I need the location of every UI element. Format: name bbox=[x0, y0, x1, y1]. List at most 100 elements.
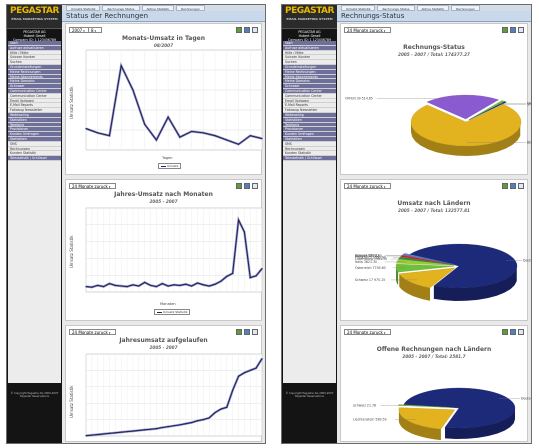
data-point bbox=[237, 143, 240, 145]
top-tab[interactable]: Rechnungen bbox=[451, 5, 480, 11]
panel-rechnungs-status: 24 Monate zuruck▾ Rechnungs-Status 2005 … bbox=[340, 23, 531, 175]
data-point bbox=[202, 284, 204, 286]
data-point bbox=[191, 421, 193, 424]
data-point bbox=[97, 433, 99, 436]
data-point bbox=[261, 137, 263, 140]
data-point bbox=[108, 135, 111, 137]
data-point bbox=[173, 425, 175, 427]
data-point bbox=[214, 135, 216, 137]
top-tab[interactable]: Rechnungen bbox=[176, 5, 205, 11]
data-point bbox=[179, 284, 181, 286]
line-chart-cumulative bbox=[85, 353, 264, 437]
data-point bbox=[167, 426, 169, 428]
chart-legend: Umsatz Statistik bbox=[154, 309, 191, 315]
data-point bbox=[255, 275, 257, 277]
data-point bbox=[97, 284, 99, 286]
data-point bbox=[179, 424, 181, 426]
data-point bbox=[226, 139, 228, 141]
plot-area bbox=[85, 49, 263, 151]
data-point bbox=[144, 281, 146, 283]
data-point bbox=[114, 284, 116, 286]
data-point bbox=[120, 285, 122, 287]
pie-chart-status: BEZAHLT 132 080.54OFFEN 39 514.65GEMAHNT… bbox=[345, 94, 532, 156]
page-title: Rechnungs-Status bbox=[337, 11, 531, 22]
sidebar-item[interactable]: Telestatistik / Schlüssel bbox=[8, 156, 61, 161]
data-point bbox=[243, 231, 245, 233]
pie-label: Deutschland 97 624.78 bbox=[523, 259, 532, 263]
data-point bbox=[155, 139, 157, 141]
data-point bbox=[120, 65, 122, 67]
data-point bbox=[132, 284, 134, 286]
main-content: Umsatz Statistik Rechnungs Status Aktive S… bbox=[62, 5, 265, 443]
data-point bbox=[97, 132, 99, 134]
line-chart-yearly bbox=[85, 207, 263, 293]
page-title: Status der Rechnungen bbox=[62, 11, 265, 22]
data-point bbox=[144, 429, 146, 431]
pie-chart-open-invoices: Deutschland 1 991.98 Liechtenstein 589.59… bbox=[353, 387, 531, 441]
data-point bbox=[132, 89, 134, 91]
data-point bbox=[243, 372, 245, 374]
data-point bbox=[185, 283, 187, 285]
data-point bbox=[249, 277, 251, 279]
sidebar-menu: Start Aufruse aktualisieren Hilfe / Mitte S… bbox=[283, 41, 336, 383]
logo[interactable]: PEGASTAR EMAIL MARKETING SYSTEM bbox=[7, 5, 62, 29]
copyright-text: © Copyright Pegastar AG 2000-2007 Pegast… bbox=[285, 391, 334, 398]
main-content: Umsatz Statistik Rechnungs Status Aktive S… bbox=[337, 5, 531, 443]
data-point bbox=[138, 429, 140, 432]
copyright-text: © Copyright Pegastar AG 2000-2007 Pegast… bbox=[10, 391, 59, 398]
data-point bbox=[214, 411, 216, 414]
data-point bbox=[220, 280, 222, 282]
data-point bbox=[120, 431, 122, 433]
data-point bbox=[232, 272, 234, 274]
line-chart-monthly bbox=[85, 49, 263, 151]
data-point bbox=[191, 285, 193, 287]
panel-monats-umsatz: 2007▾ 8▾ Monats-Umsatz in Tagen 08/2007 … bbox=[65, 23, 263, 175]
data-point bbox=[226, 275, 228, 277]
panel-jahres-umsatz: 24 Monate zuruck▾ Jahres-Umsatz nach Mon… bbox=[65, 179, 263, 321]
pie-label: BEZAHLT 132 080.54 bbox=[527, 140, 532, 144]
data-point bbox=[249, 369, 251, 371]
data-point bbox=[91, 286, 93, 288]
data-point bbox=[237, 219, 240, 221]
data-point bbox=[232, 389, 234, 391]
data-point bbox=[196, 420, 199, 422]
logo[interactable]: PEGASTAR EMAIL MARKETING SYSTEM bbox=[282, 5, 337, 29]
pie-label: OFFEN 39 514.65 bbox=[345, 97, 373, 101]
data-point bbox=[149, 428, 152, 430]
data-point bbox=[126, 286, 128, 288]
data-point bbox=[144, 123, 146, 125]
data-point bbox=[149, 284, 152, 286]
data-point bbox=[196, 282, 199, 284]
data-point bbox=[161, 283, 163, 285]
data-point bbox=[108, 432, 111, 434]
data-point bbox=[261, 268, 263, 270]
data-point bbox=[85, 286, 87, 288]
data-point bbox=[167, 116, 169, 118]
top-tab[interactable]: Aktive Statistik bbox=[416, 5, 450, 11]
data-point bbox=[85, 127, 87, 130]
data-point bbox=[226, 406, 228, 408]
data-point bbox=[249, 135, 251, 137]
pie-label: Schweiz 21.78 bbox=[353, 403, 376, 407]
data-point bbox=[103, 433, 105, 435]
sidebar-item[interactable]: Telestatistik / Schlüssel bbox=[283, 156, 336, 161]
data-point bbox=[261, 358, 263, 360]
data-point bbox=[208, 285, 210, 287]
chart-legend: Umsatz bbox=[158, 163, 182, 169]
x-axis-label: Monaten bbox=[160, 302, 176, 306]
data-point bbox=[138, 285, 140, 287]
screenshot-left: PEGASTAR EMAIL MARKETING SYSTEM PEGASTAR … bbox=[6, 4, 266, 444]
data-point bbox=[108, 283, 111, 285]
data-point bbox=[220, 408, 222, 410]
data-point bbox=[202, 132, 204, 134]
data-point bbox=[132, 430, 134, 432]
data-point bbox=[214, 283, 216, 285]
data-point bbox=[167, 285, 169, 287]
data-point bbox=[114, 432, 116, 434]
data-point bbox=[237, 375, 240, 377]
pie-label: Liechtenstein 589.59 bbox=[353, 417, 387, 421]
data-point bbox=[173, 284, 175, 286]
panel-offene-rechnungen: 24 Monate zuruck▾ Offene Rechnungen nach… bbox=[340, 325, 531, 442]
pie-label: Schweiz 17 975.15 bbox=[355, 278, 385, 282]
data-point bbox=[91, 434, 93, 436]
